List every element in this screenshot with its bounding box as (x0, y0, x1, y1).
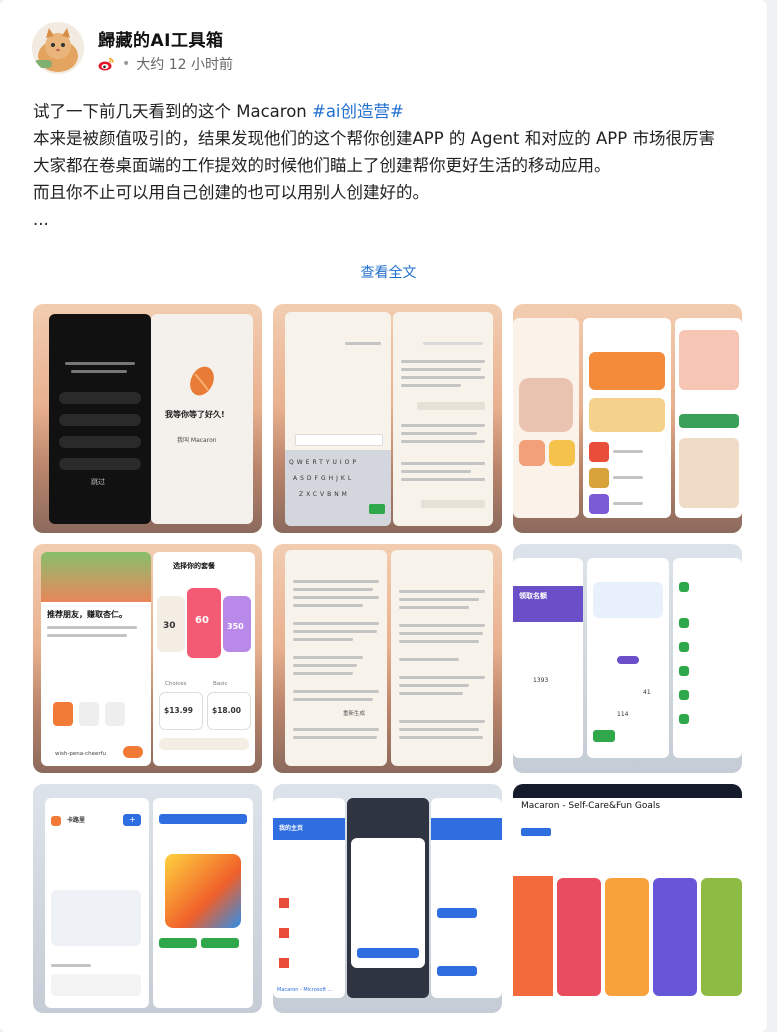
image-thumbnail-2[interactable]: QWERTYUIOP ASDFGHJKL ZXCVBNM (273, 304, 502, 533)
stats-screen-1: 领取名额 1393 (513, 558, 583, 758)
post-line-1-text: 试了一下前几天看到的这个 Macaron (33, 102, 312, 121)
microsoft-screen-mid (347, 798, 429, 998)
regenerate-text: 重新生成 (343, 711, 366, 717)
hashtag-link[interactable]: #ai创造营# (312, 102, 404, 121)
microsoft-screen-left: 我的主页 Macaron - Microsoft ... (273, 798, 345, 998)
phone-mockup-dark: 跳过 (49, 314, 151, 524)
view-full-text-link[interactable]: 查看全文 (0, 262, 777, 282)
post-line-4: 而且你不止可以用自己创建的也可以用别人创建好的。 (33, 183, 429, 202)
separator-dot: • (122, 56, 131, 72)
post-line-2: 本来是被颜值吸引的，结果发现他们的这个帮你创建APP 的 Agent 和对应的 … (33, 129, 715, 148)
stats-screen-3 (673, 558, 742, 758)
image-thumbnail-5[interactable]: 重新生成 (273, 544, 502, 773)
generated-card-screen (153, 798, 253, 1008)
store-link: Macaron - Microsoft ... (277, 987, 333, 993)
app-market-screen-1 (513, 318, 579, 518)
home-section-title: 我的主页 (279, 825, 304, 832)
welcome-text: 我等你等了好久! (165, 410, 225, 419)
weibo-icon (98, 57, 114, 71)
stats-number-3: 114 (617, 711, 629, 718)
author-name[interactable]: 歸藏的AI工具箱 (98, 26, 223, 51)
stats-purple-title: 领取名额 (519, 592, 547, 600)
post-content: 试了一下前几天看到的这个 Macaron #ai创造营# 本来是被颜值吸引的，结… (33, 98, 743, 233)
image-thumbnail-9[interactable]: Macaron - Self-Care&Fun Goals (513, 784, 742, 1013)
image-thumbnail-3[interactable] (513, 304, 742, 533)
referral-screen: 推荐朋友，赚取杏仁。 wish-pena-cheerfu (41, 552, 151, 766)
image-thumbnail-6[interactable]: 领取名额 1393 41 114 (513, 544, 742, 773)
app-store-title: Macaron - Self-Care&Fun Goals (521, 801, 661, 811)
author-avatar[interactable] (32, 22, 84, 74)
weibo-post-card: 歸藏的AI工具箱 • 大约 12 小时前 试了一下前几天看到的这个 Macaro… (0, 0, 767, 1032)
add-icon: + (129, 815, 136, 824)
referral-headline: 推荐朋友，赚取杏仁。 (47, 610, 127, 619)
app-market-screen-2 (583, 318, 671, 518)
invite-handle: wish-pena-cheerfu (55, 751, 107, 757)
plan-amount-1: 30 (163, 621, 176, 631)
chat-screen-text (393, 312, 493, 526)
chat-screen-keyboard: QWERTYUIOP ASDFGHJKL ZXCVBNM (285, 312, 391, 526)
name-button-text: 我叫 Macaron (177, 437, 217, 444)
long-chat-screen-1: 重新生成 (285, 550, 387, 766)
image-thumbnail-4[interactable]: 推荐朋友，赚取杏仁。 wish-pena-cheerfu 选择你的套餐 30 6… (33, 544, 262, 773)
plan-price-1: $13.99 (164, 706, 193, 715)
stats-number-1: 1393 (533, 677, 549, 684)
plan-amount-2: 60 (195, 615, 209, 626)
app-market-screen-3 (675, 318, 742, 518)
stats-screen-2: 41 114 (587, 558, 669, 758)
post-line-3: 大家都在卷桌面端的工作提效的时候他们瞄上了创建帮你更好生活的移动应用。 (33, 156, 611, 175)
phone-mockup-light: 我等你等了好久! 我叫 Macaron (151, 314, 253, 524)
plan-price-2: $18.00 (212, 706, 241, 715)
plan-title: 选择你的套餐 (173, 562, 215, 570)
stats-number-2: 41 (643, 689, 651, 696)
post-time: 大约 12 小时前 (136, 57, 233, 73)
macaron-logo-icon (190, 366, 214, 396)
skip-text: 跳过 (91, 478, 105, 486)
microsoft-screen-right (431, 798, 502, 998)
post-meta: • 大约 12 小时前 (98, 54, 233, 74)
image-thumbnail-8[interactable]: 我的主页 Macaron - Microsoft ... (273, 784, 502, 1013)
calorie-title: 卡路里 (67, 817, 86, 824)
post-line-1: 试了一下前几天看到的这个 Macaron #ai创造营# (33, 98, 743, 125)
plan-screen: 选择你的套餐 30 60 350 Choices Basic $13.99 $1… (153, 552, 255, 766)
image-thumbnail-7[interactable]: 卡路里 + (33, 784, 262, 1013)
plan-tab-2: Basic (213, 681, 228, 687)
long-chat-screen-2 (391, 550, 493, 766)
plan-tab-1: Choices (165, 681, 187, 687)
post-ellipsis: ... (33, 210, 49, 229)
image-thumbnail-1[interactable]: 跳过 我等你等了好久! 我叫 Macaron (33, 304, 262, 533)
plan-amount-3: 350 (227, 622, 244, 631)
calorie-screen: 卡路里 + (45, 798, 149, 1008)
